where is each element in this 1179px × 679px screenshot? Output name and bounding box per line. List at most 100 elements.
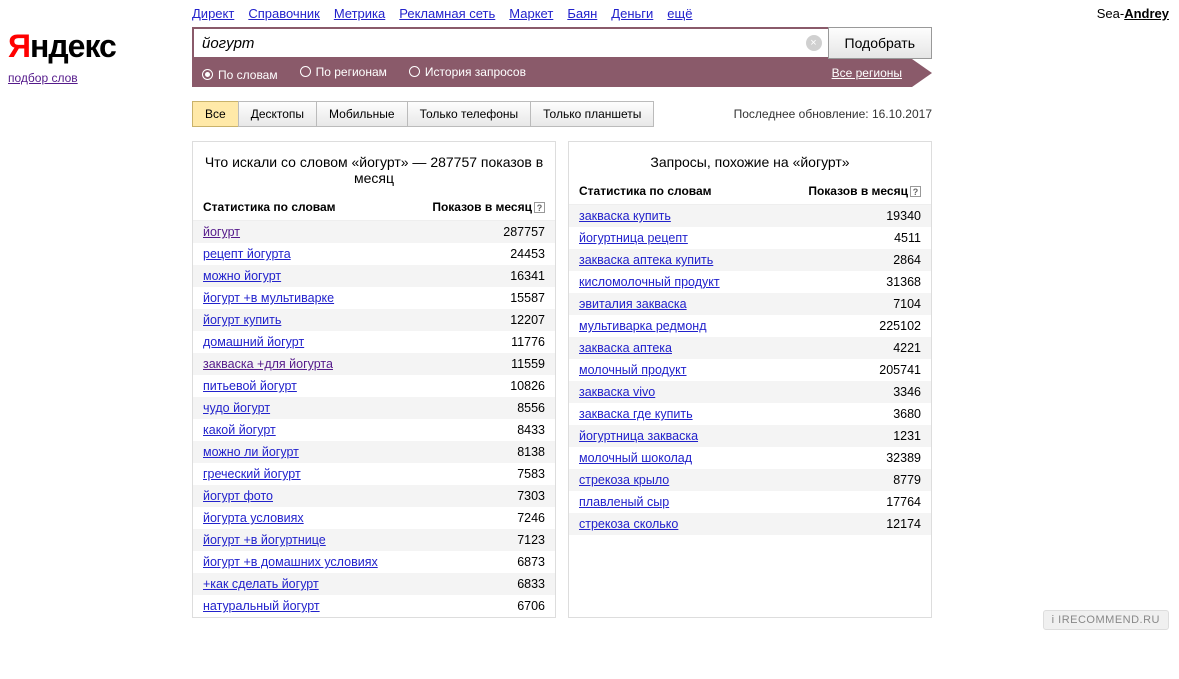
topnav-link[interactable]: Деньги [611,6,653,21]
topnav-link[interactable]: Справочник [248,6,320,21]
radio-label: По словам [218,68,278,82]
submit-button[interactable]: Подобрать [828,27,933,59]
clear-icon[interactable]: × [806,35,822,51]
keyword-link[interactable]: +как сделать йогурт [203,577,319,591]
keyword-link[interactable]: йогурт +в йогуртнице [203,533,326,547]
topnav-link[interactable]: Директ [192,6,234,21]
keyword-link[interactable]: закваска аптека [579,341,672,355]
table-row: молочный шоколад32389 [569,447,931,469]
mode-radio[interactable]: По словам [202,68,278,82]
topnav-link[interactable]: Метрика [334,6,385,21]
impressions-count: 31368 [886,275,921,289]
keyword-link[interactable]: эвиталия закваска [579,297,687,311]
impressions-count: 15587 [510,291,545,305]
search-input[interactable] [194,29,828,57]
keyword-link[interactable]: молочный шоколад [579,451,692,465]
table-row: йогурт +в йогуртнице7123 [193,529,555,551]
impressions-count: 11559 [511,357,545,371]
table-row: какой йогурт8433 [193,419,555,441]
device-tab[interactable]: Мобильные [316,101,408,127]
keyword-link[interactable]: йогуртница закваска [579,429,698,443]
table-row: закваска где купить 3680 [569,403,931,425]
keyword-link[interactable]: чудо йогурт [203,401,270,415]
arrow-decor [912,59,932,87]
table-row: йогурт 287757 [193,221,555,243]
impressions-count: 2864 [893,253,921,267]
device-tab[interactable]: Все [192,101,239,127]
device-tabs: ВсеДесктопыМобильныеТолько телефоныТольк… [192,101,654,127]
impressions-count: 205741 [879,363,921,377]
keyword-link[interactable]: стрекоза крыло [579,473,669,487]
keyword-link[interactable]: мультиварка редмонд [579,319,706,333]
keyword-link[interactable]: питьевой йогурт [203,379,297,393]
device-tab[interactable]: Только планшеты [530,101,654,127]
keyword-link[interactable]: закваска +для йогурта [203,357,333,371]
keyword-link[interactable]: закваска vivo [579,385,655,399]
impressions-count: 19340 [886,209,921,223]
top-nav: Директ Справочник Метрика Рекламная сеть Мар… [192,6,706,21]
keyword-link[interactable]: йогурта условиях [203,511,304,525]
keyword-link[interactable]: натуральный йогурт [203,599,320,613]
wordstat-sublogo[interactable]: подбор слов [8,71,78,85]
keyword-link[interactable]: стрекоза сколько [579,517,678,531]
mode-radio[interactable]: По регионам [300,65,387,79]
radio-label: История запросов [425,65,526,79]
keyword-link[interactable]: можно йогурт [203,269,281,283]
keyword-link[interactable]: кисломолочный продукт [579,275,720,289]
keyword-link[interactable]: можно ли йогурт [203,445,299,459]
impressions-count: 4511 [894,231,921,245]
keyword-link[interactable]: домашний йогурт [203,335,304,349]
topnav-link[interactable]: Рекламная сеть [399,6,495,21]
topnav-link[interactable]: Маркет [509,6,553,21]
table-row: домашний йогурт11776 [193,331,555,353]
table-row: молочный продукт 205741 [569,359,931,381]
table-row: йогуртница рецепт 4511 [569,227,931,249]
watermark: i IRECOMMEND.RU [1043,610,1169,630]
col-header-count: Показов в месяц? [432,200,545,214]
user-link[interactable]: Sea-Andrey [1097,6,1169,21]
table-row: стрекоза крыло8779 [569,469,931,491]
impressions-count: 7104 [893,297,921,311]
keyword-link[interactable]: молочный продукт [579,363,687,377]
keyword-link[interactable]: йогуртница рецепт [579,231,688,245]
device-tab[interactable]: Только телефоны [407,101,532,127]
topnav-link[interactable]: Баян [567,6,597,21]
all-regions-link[interactable]: Все регионы [832,66,902,80]
keyword-link[interactable]: закваска купить [579,209,671,223]
right-panel-title: Запросы, похожие на «йогурт» [569,142,931,180]
keyword-link[interactable]: плавленый сыр [579,495,669,509]
radio-dot-icon [409,66,420,77]
table-row: закваска аптека4221 [569,337,931,359]
impressions-count: 12207 [510,313,545,327]
keyword-link[interactable]: йогурт фото [203,489,273,503]
keyword-link[interactable]: йогурт [203,225,240,239]
device-tab[interactable]: Десктопы [238,101,317,127]
keyword-link[interactable]: закваска аптека купить [579,253,713,267]
keyword-link[interactable]: греческий йогурт [203,467,301,481]
col-header-terms: Статистика по словам [579,184,712,198]
table-row: питьевой йогурт10826 [193,375,555,397]
keyword-link[interactable]: йогурт купить [203,313,281,327]
logo-block: Яндекс подбор слов [8,28,168,85]
keyword-link[interactable]: закваска где купить [579,407,693,421]
table-row: можно йогурт16341 [193,265,555,287]
table-row: закваска аптека купить 2864 [569,249,931,271]
yandex-logo[interactable]: Яндекс [8,28,168,65]
help-icon[interactable]: ? [910,186,921,197]
search-box: × [192,27,828,59]
impressions-count: 1231 [893,429,921,443]
table-row: +как сделать йогурт6833 [193,573,555,595]
keyword-link[interactable]: рецепт йогурта [203,247,291,261]
impressions-count: 3680 [893,407,921,421]
mode-radio[interactable]: История запросов [409,65,526,79]
help-icon[interactable]: ? [534,202,545,213]
keyword-link[interactable]: йогурт +в домашних условиях [203,555,378,569]
impressions-count: 287757 [503,225,545,239]
keyword-link[interactable]: какой йогурт [203,423,276,437]
table-row: йогурт фото7303 [193,485,555,507]
radio-dot-icon [300,66,311,77]
keyword-link[interactable]: йогурт +в мультиварке [203,291,334,305]
topnav-link[interactable]: ещё [667,6,692,21]
table-row: эвиталия закваска 7104 [569,293,931,315]
impressions-count: 24453 [510,247,545,261]
